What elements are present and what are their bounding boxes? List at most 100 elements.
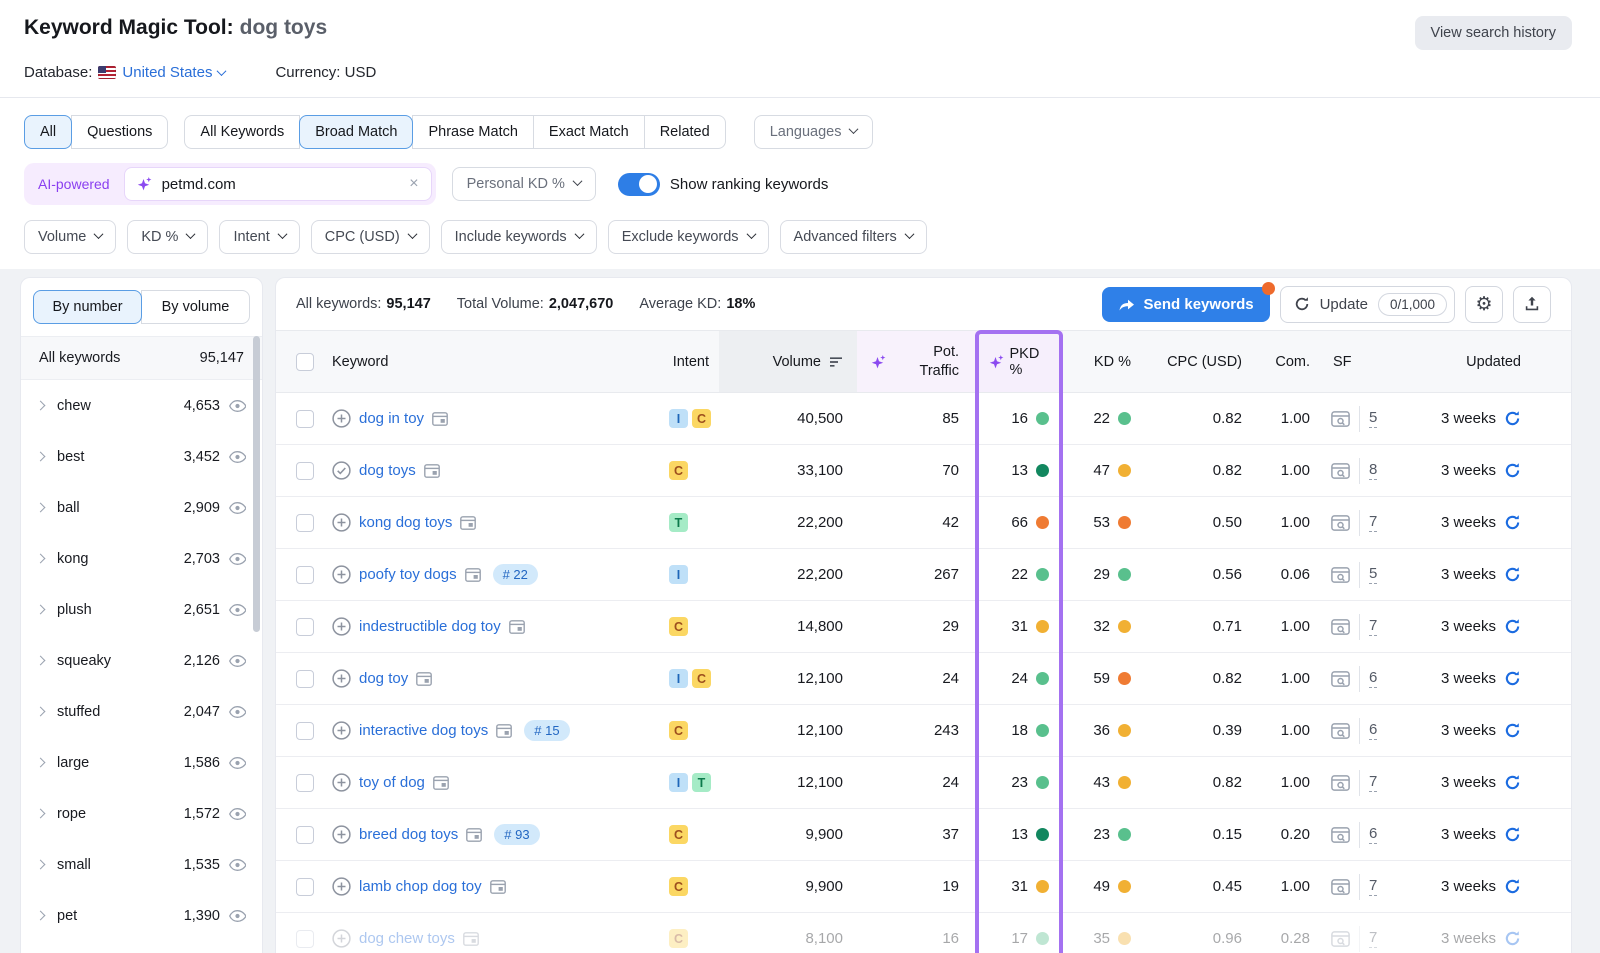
sidebar-all-keywords-row[interactable]: All keywords 95,147 xyxy=(21,336,262,380)
ranking-position-badge[interactable]: # 93 xyxy=(494,824,539,845)
languages-dropdown[interactable]: Languages xyxy=(754,115,874,149)
refresh-icon[interactable] xyxy=(1504,878,1521,895)
intent-badge-C[interactable]: C xyxy=(669,825,688,844)
keyword-link[interactable]: lamb chop dog toy xyxy=(359,878,482,895)
refresh-icon[interactable] xyxy=(1504,670,1521,687)
serp-features-icon[interactable] xyxy=(1331,931,1350,947)
keyword-link[interactable]: toy of dog xyxy=(359,774,425,791)
sidebar-group-rope[interactable]: rope 1,572 xyxy=(21,788,262,839)
eye-icon[interactable] xyxy=(229,706,246,718)
filter-intent[interactable]: Intent xyxy=(219,220,299,254)
intent-badge-C[interactable]: C xyxy=(669,721,688,740)
eye-icon[interactable] xyxy=(229,400,246,412)
column-volume[interactable]: Volume xyxy=(719,331,857,392)
keyword-link[interactable]: breed dog toys xyxy=(359,826,458,843)
eye-icon[interactable] xyxy=(229,859,246,871)
sf-count[interactable]: 6 xyxy=(1369,669,1377,688)
row-checkbox[interactable] xyxy=(296,410,314,428)
sidebar-group-pet[interactable]: pet 1,390 xyxy=(21,890,262,941)
row-checkbox[interactable] xyxy=(296,618,314,636)
sidebar-group-stuffed[interactable]: stuffed 2,047 xyxy=(21,686,262,737)
sidebar-group-ball[interactable]: ball 2,909 xyxy=(21,482,262,533)
serp-preview-icon[interactable] xyxy=(416,672,432,686)
refresh-icon[interactable] xyxy=(1504,514,1521,531)
sf-count[interactable]: 7 xyxy=(1369,929,1377,948)
refresh-icon[interactable] xyxy=(1504,462,1521,479)
keyword-link[interactable]: dog in toy xyxy=(359,410,424,427)
sf-count[interactable]: 5 xyxy=(1369,565,1377,584)
sidebar-group-plush[interactable]: plush 2,651 xyxy=(21,584,262,635)
intent-badge-I[interactable]: I xyxy=(669,565,688,584)
column-sf[interactable]: SF xyxy=(1321,331,1416,392)
sidebar-group-squeaky[interactable]: squeaky 2,126 xyxy=(21,635,262,686)
add-keyword-icon[interactable] xyxy=(332,513,351,532)
row-checkbox[interactable] xyxy=(296,462,314,480)
intent-badge-I[interactable]: I xyxy=(669,409,688,428)
intent-badge-T[interactable]: T xyxy=(669,513,688,532)
add-keyword-icon[interactable] xyxy=(332,409,351,428)
keyword-link[interactable]: poofy toy dogs xyxy=(359,566,457,583)
serp-preview-icon[interactable] xyxy=(460,516,476,530)
add-keyword-icon[interactable] xyxy=(332,825,351,844)
add-keyword-icon[interactable] xyxy=(332,669,351,688)
keyword-link[interactable]: interactive dog toys xyxy=(359,722,488,739)
row-checkbox[interactable] xyxy=(296,514,314,532)
column-keyword[interactable]: Keyword xyxy=(332,331,647,392)
serp-features-icon[interactable] xyxy=(1331,567,1350,583)
tab-related[interactable]: Related xyxy=(644,115,726,149)
intent-badge-C[interactable]: C xyxy=(692,409,711,428)
intent-badge-C[interactable]: C xyxy=(669,617,688,636)
row-checkbox[interactable] xyxy=(296,826,314,844)
export-button[interactable] xyxy=(1513,286,1551,323)
tab-broad-match[interactable]: Broad Match xyxy=(299,115,413,149)
refresh-icon[interactable] xyxy=(1504,930,1521,947)
intent-badge-C[interactable]: C xyxy=(669,461,688,480)
intent-badge-C[interactable]: C xyxy=(669,929,688,948)
serp-preview-icon[interactable] xyxy=(465,568,481,582)
tab-all-keywords[interactable]: All Keywords xyxy=(184,115,300,149)
update-button[interactable]: Update 0/1,000 xyxy=(1280,286,1455,323)
serp-features-icon[interactable] xyxy=(1331,723,1350,739)
add-keyword-icon[interactable] xyxy=(332,721,351,740)
tab-all[interactable]: All xyxy=(24,115,72,149)
tab-phrase-match[interactable]: Phrase Match xyxy=(412,115,533,149)
eye-icon[interactable] xyxy=(229,655,246,667)
row-checkbox[interactable] xyxy=(296,930,314,948)
sf-count[interactable]: 5 xyxy=(1369,409,1377,428)
column-pkd[interactable]: PKD % xyxy=(975,331,1063,392)
keyword-link[interactable]: dog toy xyxy=(359,670,408,687)
sf-count[interactable]: 7 xyxy=(1369,877,1377,896)
row-checkbox[interactable] xyxy=(296,878,314,896)
serp-preview-icon[interactable] xyxy=(509,620,525,634)
eye-icon[interactable] xyxy=(229,502,246,514)
sf-count[interactable]: 6 xyxy=(1369,825,1377,844)
filter-cpc-usd[interactable]: CPC (USD) xyxy=(311,220,430,254)
refresh-icon[interactable] xyxy=(1504,722,1521,739)
clear-search-icon[interactable]: × xyxy=(409,175,418,193)
eye-icon[interactable] xyxy=(229,604,246,616)
filter-include-keywords[interactable]: Include keywords xyxy=(441,220,597,254)
eye-icon[interactable] xyxy=(229,808,246,820)
keyword-link[interactable]: dog chew toys xyxy=(359,930,455,947)
sidebar-group-kong[interactable]: kong 2,703 xyxy=(21,533,262,584)
sf-count[interactable]: 7 xyxy=(1369,513,1377,532)
serp-features-icon[interactable] xyxy=(1331,775,1350,791)
add-keyword-icon[interactable] xyxy=(332,877,351,896)
intent-badge-T[interactable]: T xyxy=(692,773,711,792)
serp-features-icon[interactable] xyxy=(1331,463,1350,479)
sf-count[interactable]: 8 xyxy=(1369,461,1377,480)
serp-features-icon[interactable] xyxy=(1331,619,1350,635)
tab-questions[interactable]: Questions xyxy=(71,115,168,149)
keyword-link[interactable]: indestructible dog toy xyxy=(359,618,501,635)
add-keyword-icon[interactable] xyxy=(332,565,351,584)
column-intent[interactable]: Intent xyxy=(647,331,719,392)
column-updated[interactable]: Updated xyxy=(1416,331,1571,392)
intent-badge-C[interactable]: C xyxy=(669,877,688,896)
column-pot-traffic[interactable]: Pot. Traffic xyxy=(857,331,975,392)
add-keyword-icon[interactable] xyxy=(332,773,351,792)
refresh-icon[interactable] xyxy=(1504,826,1521,843)
intent-badge-I[interactable]: I xyxy=(669,773,688,792)
sf-count[interactable]: 6 xyxy=(1369,721,1377,740)
intent-badge-I[interactable]: I xyxy=(669,669,688,688)
refresh-icon[interactable] xyxy=(1504,618,1521,635)
